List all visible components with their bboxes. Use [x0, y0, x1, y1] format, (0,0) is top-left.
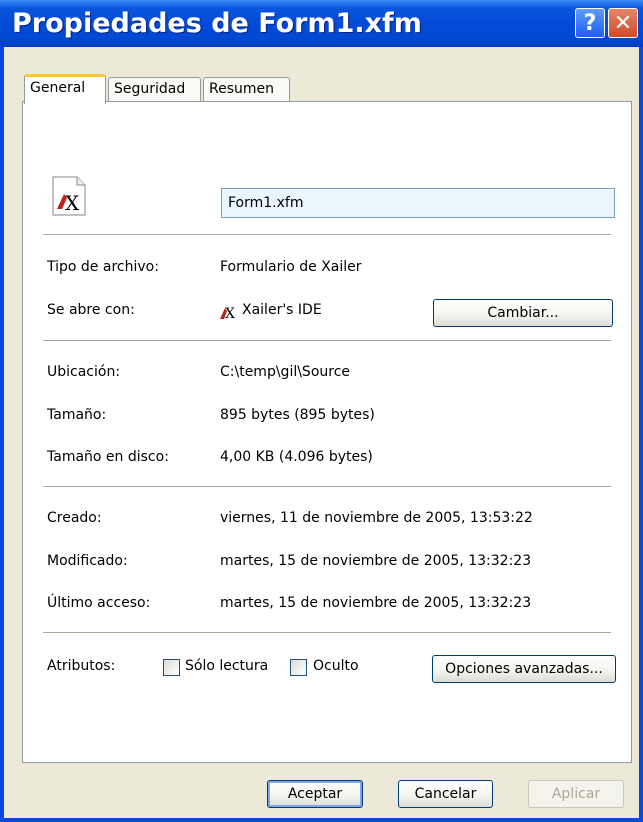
separator [43, 234, 611, 235]
tab-general[interactable]: General [24, 74, 106, 104]
apply-button[interactable]: Aplicar [528, 780, 624, 808]
readonly-label[interactable]: Sólo lectura [185, 658, 268, 674]
advanced-options-button[interactable]: Opciones avanzadas... [432, 655, 616, 683]
size-value: 895 bytes (895 bytes) [220, 407, 375, 423]
location-value: C:\temp\gil\Source [220, 364, 351, 380]
hidden-label[interactable]: Oculto [313, 658, 359, 674]
dialog-body: General Seguridad Resumen X Tipo de arch… [4, 47, 639, 818]
opens-with-label: Se abre con: [47, 302, 135, 318]
help-button[interactable]: ? [575, 8, 605, 38]
created-label: Creado: [47, 510, 102, 526]
separator [43, 340, 611, 341]
size-on-disk-label: Tamaño en disco: [47, 449, 169, 465]
tab-seguridad[interactable]: Seguridad [108, 77, 201, 103]
created-value: viernes, 11 de noviembre de 2005, 13:53:… [220, 510, 533, 526]
attributes-label: Atributos: [47, 658, 116, 674]
general-panel: X Tipo de archivo: Formulario de Xailer … [22, 101, 632, 763]
file-type-value: Formulario de Xailer [220, 259, 362, 275]
help-icon: ? [583, 10, 597, 36]
size-label: Tamaño: [47, 407, 107, 423]
svg-text:X: X [65, 191, 80, 215]
accessed-label: Último acceso: [47, 595, 151, 611]
location-label: Ubicación: [47, 364, 121, 380]
separator [43, 632, 611, 633]
close-button[interactable]: ✕ [608, 8, 638, 38]
change-button[interactable]: Cambiar... [433, 299, 613, 327]
close-icon: ✕ [613, 10, 633, 36]
xailer-app-icon: X [220, 306, 235, 320]
cancel-button[interactable]: Cancelar [398, 780, 493, 808]
properties-dialog: Propiedades de Form1.xfm ? ✕ General Seg… [0, 0, 643, 822]
readonly-checkbox[interactable] [163, 659, 180, 676]
file-type-label: Tipo de archivo: [47, 259, 159, 275]
svg-text:X: X [225, 306, 235, 320]
separator [43, 486, 611, 487]
tab-resumen[interactable]: Resumen [203, 77, 290, 103]
opens-with-value: Xailer's IDE [242, 302, 322, 318]
modified-value: martes, 15 de noviembre de 2005, 13:32:2… [220, 553, 532, 569]
file-name-input[interactable] [221, 188, 615, 218]
modified-label: Modificado: [47, 553, 128, 569]
ok-button[interactable]: Aceptar [267, 780, 363, 808]
accessed-value: martes, 15 de noviembre de 2005, 13:32:2… [220, 595, 532, 611]
title-bar[interactable]: Propiedades de Form1.xfm ? ✕ [0, 0, 643, 47]
xailer-file-icon: X [52, 176, 86, 216]
window-title: Propiedades de Form1.xfm [12, 8, 422, 39]
size-on-disk-value: 4,00 KB (4.096 bytes) [220, 449, 373, 465]
hidden-checkbox[interactable] [290, 659, 307, 676]
